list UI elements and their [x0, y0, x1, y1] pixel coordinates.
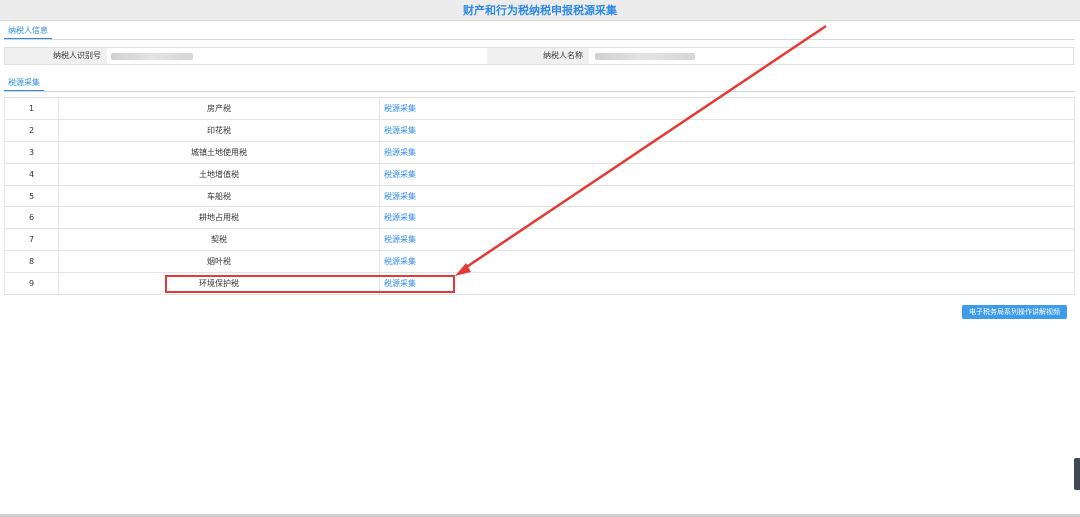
tab-taxpayer-info[interactable]: 纳税人信息 — [4, 24, 52, 40]
section-divider — [4, 91, 1075, 92]
row-number: 3 — [4, 140, 59, 164]
collect-link-urban-land-use-tax[interactable]: 税源采集 — [384, 148, 416, 157]
taxpayer-id-label: 纳税人识别号 — [5, 48, 107, 64]
tax-name: 房产税 — [58, 97, 380, 120]
taxpayer-name-label: 纳税人名称 — [487, 48, 589, 64]
collect-link-farmland-occupation-tax[interactable]: 税源采集 — [384, 213, 416, 222]
table-row: 5 车船税 税源采集 — [4, 184, 1075, 208]
table-row: 3 城镇土地使用税 税源采集 — [4, 140, 1075, 164]
tax-name: 城镇土地使用税 — [58, 140, 380, 164]
row-number: 7 — [4, 228, 59, 252]
tax-name: 烟叶税 — [58, 250, 380, 274]
collect-link-deed-tax[interactable]: 税源采集 — [384, 235, 416, 244]
redacted-name-blur — [595, 53, 695, 60]
tax-source-table: 1 房产税 税源采集 2 印花税 税源采集 3 城镇土地使用税 税源采集 4 土… — [4, 97, 1075, 296]
collect-link-stamp-tax[interactable]: 税源采集 — [384, 126, 416, 135]
side-panel-handle[interactable] — [1074, 458, 1080, 490]
table-row: 4 土地增值税 税源采集 — [4, 162, 1075, 186]
tax-name: 印花税 — [58, 118, 380, 142]
tab-tax-source[interactable]: 税源采集 — [4, 76, 44, 92]
section-divider — [4, 39, 1075, 40]
table-row: 8 烟叶税 税源采集 — [4, 250, 1075, 274]
row-number: 1 — [4, 97, 59, 120]
table-row: 2 印花税 税源采集 — [4, 118, 1075, 142]
taxpayer-id-field — [107, 48, 487, 64]
tax-name: 契税 — [58, 228, 380, 252]
row-number: 9 — [4, 272, 59, 296]
collect-link-property-tax[interactable]: 税源采集 — [384, 104, 416, 113]
collect-link-land-appreciation-tax[interactable]: 税源采集 — [384, 170, 416, 179]
table-row: 1 房产税 税源采集 — [4, 97, 1075, 120]
row-number: 5 — [4, 184, 59, 208]
row-number: 8 — [4, 250, 59, 274]
redacted-id-blur — [111, 53, 193, 60]
tutorial-video-button[interactable]: 电子税务局系列操作讲解视频 — [962, 305, 1067, 319]
tax-name: 耕地占用税 — [58, 206, 380, 230]
highlight-box-annotation — [165, 275, 455, 293]
page-title: 财产和行为税纳税申报税源采集 — [463, 4, 617, 17]
tax-name: 土地增值税 — [58, 162, 380, 186]
tax-name: 车船税 — [58, 184, 380, 208]
taxpayer-name-field — [589, 48, 1073, 64]
table-row: 6 耕地占用税 税源采集 — [4, 206, 1075, 230]
row-number: 6 — [4, 206, 59, 230]
table-row: 7 契税 税源采集 — [4, 228, 1075, 252]
row-number: 2 — [4, 118, 59, 142]
collect-link-vehicle-vessel-tax[interactable]: 税源采集 — [384, 192, 416, 201]
title-bar: 财产和行为税纳税申报税源采集 — [0, 0, 1080, 21]
row-number: 4 — [4, 162, 59, 186]
taxpayer-info-row: 纳税人识别号 纳税人名称 — [4, 47, 1074, 65]
collect-link-tobacco-leaf-tax[interactable]: 税源采集 — [384, 257, 416, 266]
